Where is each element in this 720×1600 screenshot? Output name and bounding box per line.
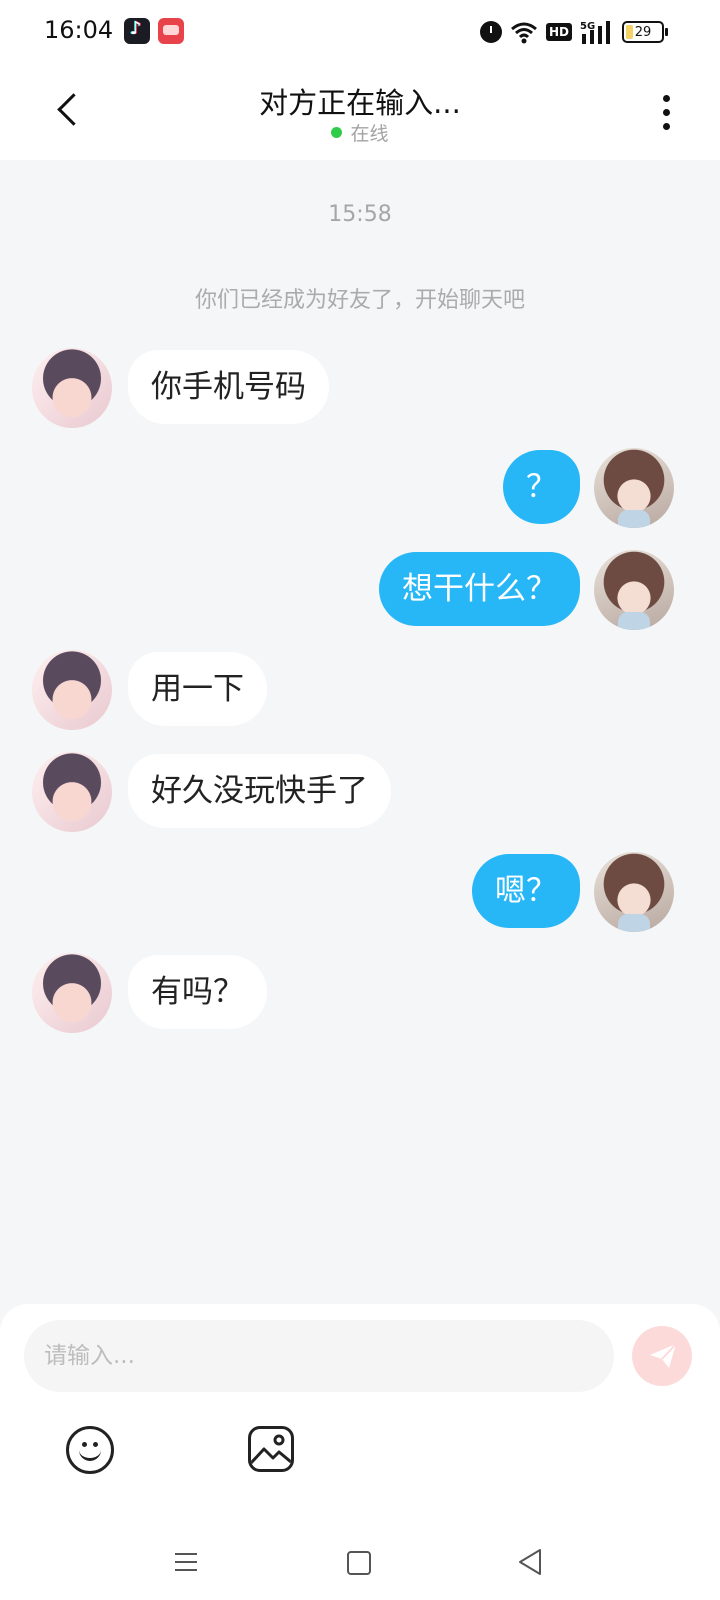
status-icons: HD 5G 29 bbox=[479, 18, 668, 46]
avatar-contact[interactable] bbox=[32, 953, 112, 1033]
message-row: 嗯？ bbox=[0, 852, 720, 932]
message-bubble[interactable]: 用一下 bbox=[128, 652, 267, 726]
message-row: 想干什么？ bbox=[0, 550, 720, 630]
smiley-icon[interactable] bbox=[66, 1426, 114, 1474]
hd-icon: HD bbox=[545, 23, 572, 41]
message-row: ？ bbox=[0, 448, 720, 528]
tiktok-icon bbox=[124, 18, 150, 44]
wifi-icon bbox=[510, 20, 538, 44]
message-bubble[interactable]: 你手机号码 bbox=[128, 350, 329, 424]
avatar-contact[interactable] bbox=[32, 650, 112, 730]
battery-fill bbox=[626, 25, 634, 39]
image-icon[interactable] bbox=[248, 1426, 294, 1472]
shopping-app-icon bbox=[158, 18, 184, 44]
send-icon bbox=[650, 1343, 677, 1368]
back-icon[interactable] bbox=[510, 1542, 550, 1582]
avatar-self[interactable] bbox=[594, 550, 674, 630]
message-timestamp: 15:58 bbox=[328, 202, 392, 227]
online-status-label: 在线 bbox=[350, 123, 389, 145]
system-navigation-bar bbox=[0, 1520, 720, 1600]
more-vertical-icon[interactable] bbox=[652, 88, 680, 136]
signal-5g-icon: 5G bbox=[580, 20, 614, 44]
system-message: 你们已经成为好友了，开始聊天吧 bbox=[194, 288, 525, 313]
send-button[interactable] bbox=[632, 1326, 692, 1386]
message-bubble[interactable]: 有吗？ bbox=[128, 955, 267, 1029]
chat-title: 对方正在输入... bbox=[259, 86, 461, 120]
message-row: 有吗？ bbox=[0, 953, 720, 1033]
message-input[interactable] bbox=[24, 1320, 614, 1392]
online-status: 在线 bbox=[0, 119, 720, 146]
message-bubble[interactable]: 想干什么？ bbox=[379, 552, 580, 626]
menu-icon[interactable] bbox=[166, 1542, 206, 1582]
message-bubble[interactable]: 嗯？ bbox=[472, 854, 580, 928]
message-bubble[interactable]: ？ bbox=[503, 450, 580, 524]
status-time: 16:04 bbox=[44, 16, 114, 44]
home-icon[interactable] bbox=[338, 1542, 378, 1582]
message-row: 你手机号码 bbox=[0, 348, 720, 428]
chat-header: 对方正在输入... 在线 bbox=[0, 64, 720, 160]
battery-icon: 29 bbox=[622, 21, 668, 43]
online-dot-icon bbox=[331, 127, 343, 138]
message-row: 用一下 bbox=[0, 650, 720, 730]
avatar-contact[interactable] bbox=[32, 752, 112, 832]
message-row: 好久没玩快手了 bbox=[0, 752, 720, 832]
avatar-contact[interactable] bbox=[32, 348, 112, 428]
avatar-self[interactable] bbox=[594, 852, 674, 932]
status-bar: 16:04 HD 5G 29 bbox=[0, 0, 720, 64]
battery-level: 29 bbox=[634, 24, 652, 40]
alarm-icon bbox=[479, 21, 502, 43]
message-bubble[interactable]: 好久没玩快手了 bbox=[128, 754, 391, 828]
avatar-self[interactable] bbox=[594, 448, 674, 528]
